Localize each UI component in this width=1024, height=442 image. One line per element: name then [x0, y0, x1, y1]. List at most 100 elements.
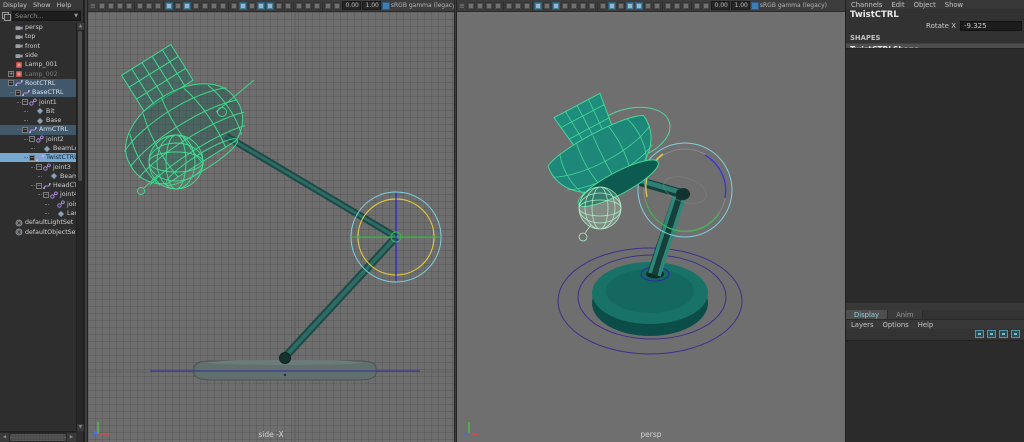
grid-toggle-icon[interactable] [534, 2, 542, 10]
film-gate-icon[interactable] [543, 2, 551, 10]
resolution-gate-icon[interactable] [552, 2, 560, 10]
rotate-manipulator[interactable] [351, 192, 441, 282]
layer-editor-splitter[interactable] [846, 303, 1024, 310]
grease-pencil-icon[interactable] [154, 2, 162, 10]
gate-mask-icon[interactable] [192, 2, 200, 10]
expand-toggle[interactable]: + [8, 71, 14, 77]
layer-new-icon[interactable] [975, 330, 984, 338]
wireframe-on-shaded-icon[interactable] [599, 2, 607, 10]
two-d-pan-zoom-icon[interactable] [514, 2, 522, 10]
scroll-down-icon[interactable]: ▼ [77, 424, 84, 431]
depth-of-field-icon[interactable] [653, 2, 661, 10]
two-d-pan-zoom-icon[interactable] [145, 2, 153, 10]
shadows-icon[interactable] [248, 2, 256, 10]
layer-move-down-icon[interactable] [1011, 330, 1020, 338]
expand-toggle[interactable]: − [22, 99, 28, 105]
gamma-field[interactable]: 1.00 [362, 1, 381, 10]
toolbar-icon[interactable] [503, 1, 504, 11]
outliner-row[interactable]: − joint3 [0, 162, 76, 171]
outliner-row[interactable]: − ArmCTRL [0, 125, 76, 134]
panel-menu-icon[interactable]: ≡ [90, 0, 96, 12]
outliner-row[interactable]: − HeadCTRL [0, 181, 76, 190]
outliner-row[interactable]: joint5 [0, 200, 76, 209]
viewport-canvas-persp[interactable]: persp [457, 12, 845, 442]
layer-move-up-icon[interactable] [999, 330, 1008, 338]
field-chart-icon[interactable] [201, 2, 209, 10]
toolbar-icon[interactable] [532, 1, 533, 11]
wireframe-on-shaded-icon[interactable] [230, 2, 238, 10]
outliner-row[interactable]: BeamUpper [0, 172, 76, 181]
grid-toggle-icon[interactable] [165, 2, 173, 10]
bookmarks-icon[interactable] [494, 2, 502, 10]
expand-toggle[interactable]: − [36, 164, 42, 170]
resolution-gate-icon[interactable] [183, 2, 191, 10]
exposure-toggle-icon[interactable] [324, 2, 332, 10]
toolbar-icon[interactable] [228, 1, 229, 11]
outliner-row[interactable]: − TwistCTRL [0, 153, 76, 162]
motion-blur-icon[interactable] [266, 2, 274, 10]
outliner-row[interactable]: top [0, 32, 76, 41]
toolbar-icon[interactable] [691, 1, 692, 11]
layer-editor-tab[interactable]: Display [846, 310, 888, 319]
expand-toggle[interactable]: − [29, 155, 35, 161]
x-ray-icon[interactable] [673, 2, 681, 10]
screen-space-ao-icon[interactable] [257, 2, 265, 10]
select-camera-icon[interactable] [98, 2, 106, 10]
image-plane-icon[interactable] [505, 2, 513, 10]
menu-object[interactable]: Object [914, 1, 936, 8]
color-management-icon[interactable] [382, 2, 390, 10]
menu-channels[interactable]: Channels [851, 1, 882, 8]
outliner-row[interactable]: + Lamp_002 [0, 69, 76, 78]
lighting-all-icon[interactable] [608, 2, 616, 10]
bookmarks-icon[interactable] [125, 2, 133, 10]
scroll-left-icon[interactable]: ◀ [0, 433, 9, 442]
outliner-row[interactable]: − RootCTRL [0, 79, 76, 88]
film-gate-icon[interactable] [174, 2, 182, 10]
lighting-all-icon[interactable] [239, 2, 247, 10]
scroll-right-icon[interactable]: ▶ [67, 433, 76, 442]
view-transform-label[interactable]: sRGB gamma (legacy) [760, 2, 827, 9]
toolbar-icon[interactable] [293, 1, 294, 11]
expand-toggle[interactable]: − [8, 80, 14, 86]
multisample-aa-icon[interactable] [644, 2, 652, 10]
lamp-arm-persp[interactable] [635, 179, 690, 276]
outliner-row[interactable]: − joint1 [0, 97, 76, 106]
toolbar-icon[interactable] [597, 1, 598, 11]
search-input[interactable]: Search... ▼ [12, 11, 81, 21]
isolate-select-icon[interactable] [295, 2, 303, 10]
outliner-row[interactable]: BeamLower [0, 144, 76, 153]
toolbar-icon[interactable] [322, 1, 323, 11]
menu-display[interactable]: Display [3, 1, 27, 8]
multisample-aa-icon[interactable] [275, 2, 283, 10]
outliner-row[interactable]: front [0, 42, 76, 51]
scrollbar-thumb[interactable] [78, 31, 82, 181]
image-plane-icon[interactable] [136, 2, 144, 10]
menu-options[interactable]: Options [883, 321, 909, 328]
plugin-shapes-icon[interactable] [682, 2, 690, 10]
filter-icon[interactable] [2, 12, 10, 20]
expand-toggle[interactable]: − [29, 136, 35, 142]
menu-layers[interactable]: Layers [851, 321, 874, 328]
shadows-icon[interactable] [617, 2, 625, 10]
outliner-row[interactable]: − joint2 [0, 135, 76, 144]
gamma-toggle-icon[interactable] [702, 2, 710, 10]
channel-row[interactable]: Rotate X -9.325 [846, 20, 1024, 32]
gamma-field[interactable]: 1.00 [731, 1, 750, 10]
menu-show[interactable]: Show [33, 1, 51, 8]
outliner-row[interactable]: Lampshade [0, 209, 76, 218]
viewport-canvas-side[interactable]: side -X [88, 12, 454, 442]
select-camera-icon[interactable] [467, 2, 475, 10]
panel-menu-icon[interactable]: ≡ [459, 0, 465, 12]
safe-title-icon[interactable] [588, 2, 596, 10]
screen-space-ao-icon[interactable] [626, 2, 634, 10]
outliner-row[interactable]: defaultLightSet [0, 218, 76, 227]
safe-action-icon[interactable] [579, 2, 587, 10]
outliner-row[interactable]: Lamp_001 [0, 60, 76, 69]
lamp-bulb-persp[interactable] [579, 187, 621, 241]
gamma-toggle-icon[interactable] [333, 2, 341, 10]
view-transform-label[interactable]: sRGB gamma (legacy) [391, 2, 454, 9]
lock-camera-icon[interactable] [476, 2, 484, 10]
exposure-field[interactable]: 0.00 [711, 1, 730, 10]
exposure-field[interactable]: 0.00 [342, 1, 361, 10]
expand-toggle[interactable]: − [43, 192, 49, 198]
